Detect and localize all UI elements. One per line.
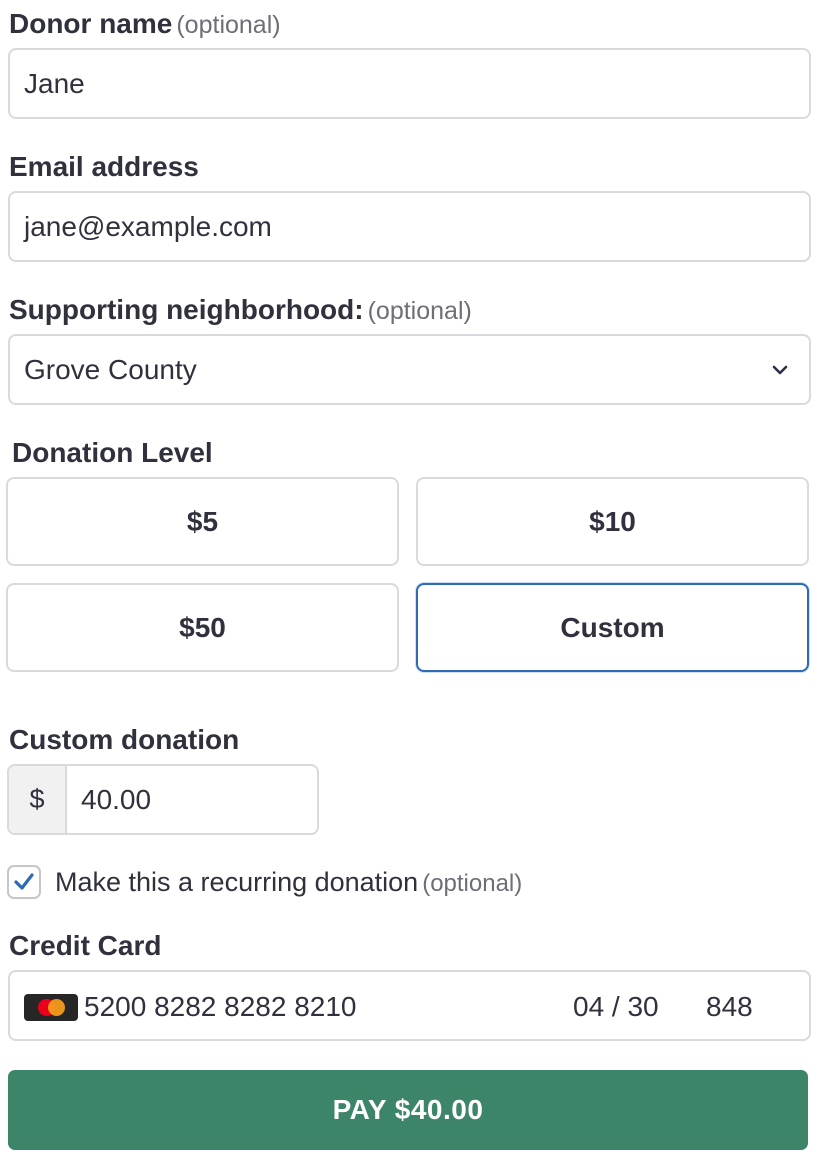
neighborhood-select[interactable]: Grove County (8, 334, 811, 405)
mastercard-icon (24, 994, 78, 1021)
neighborhood-optional-hint: (optional) (367, 297, 472, 325)
recurring-checkbox[interactable] (7, 865, 41, 899)
credit-card-label: Credit Card (9, 932, 161, 960)
credit-card-label-text: Credit Card (9, 930, 162, 961)
donor-name-label: Donor name (optional) (9, 10, 281, 38)
checkmark-icon (14, 873, 34, 890)
custom-donation-label-text: Custom donation (9, 724, 240, 755)
card-cvc-input[interactable]: 848 (706, 991, 753, 1023)
neighborhood-selected-value: Grove County (24, 353, 197, 385)
custom-donation-value: 40.00 (81, 783, 152, 815)
custom-donation-field: $ 40.00 (7, 764, 319, 835)
neighborhood-label: Supporting neighborhood: (optional) (9, 296, 472, 324)
credit-card-field[interactable]: 5200 8282 8282 8210 04 / 30 848 (8, 970, 811, 1041)
level-custom-label: Custom (560, 611, 665, 643)
card-number-input[interactable]: 5200 8282 8282 8210 (84, 991, 357, 1023)
recurring-label-text: Make this a recurring donation (55, 866, 419, 897)
level-5-label: $5 (186, 505, 219, 537)
pay-button[interactable]: PAY $40.00 (8, 1070, 808, 1150)
email-label: Email address (9, 153, 199, 181)
neighborhood-label-text: Supporting neighborhood: (9, 294, 364, 325)
recurring-row: Make this a recurring donation (optional) (7, 865, 522, 899)
card-expiry-input[interactable]: 04 / 30 (573, 991, 659, 1023)
recurring-label[interactable]: Make this a recurring donation (optional) (55, 867, 522, 898)
chevron-down-icon[interactable] (771, 361, 789, 379)
donor-name-optional-hint: (optional) (176, 11, 281, 39)
level-custom-button[interactable]: Custom (416, 583, 809, 672)
level-10-label: $10 (589, 505, 636, 537)
recurring-optional-hint: (optional) (422, 869, 523, 897)
email-input[interactable]: jane@example.com (8, 191, 811, 262)
level-50-label: $50 (179, 611, 226, 643)
currency-prefix: $ (9, 766, 67, 833)
email-value: jane@example.com (24, 210, 272, 242)
pay-button-label: PAY $40.00 (332, 1094, 484, 1125)
donor-name-value: Jane (24, 67, 85, 99)
level-10-button[interactable]: $10 (416, 477, 809, 566)
email-label-text: Email address (9, 151, 199, 182)
donor-name-label-text: Donor name (9, 8, 173, 39)
level-50-button[interactable]: $50 (6, 583, 399, 672)
donation-level-label-text: Donation Level (12, 437, 213, 468)
donation-form: Donor name (optional) Jane Email address … (0, 0, 821, 1159)
custom-donation-label: Custom donation (9, 726, 239, 754)
donor-name-input[interactable]: Jane (8, 48, 811, 119)
custom-donation-input[interactable]: 40.00 (67, 766, 317, 833)
level-5-button[interactable]: $5 (6, 477, 399, 566)
donation-level-label: Donation Level (12, 439, 213, 467)
